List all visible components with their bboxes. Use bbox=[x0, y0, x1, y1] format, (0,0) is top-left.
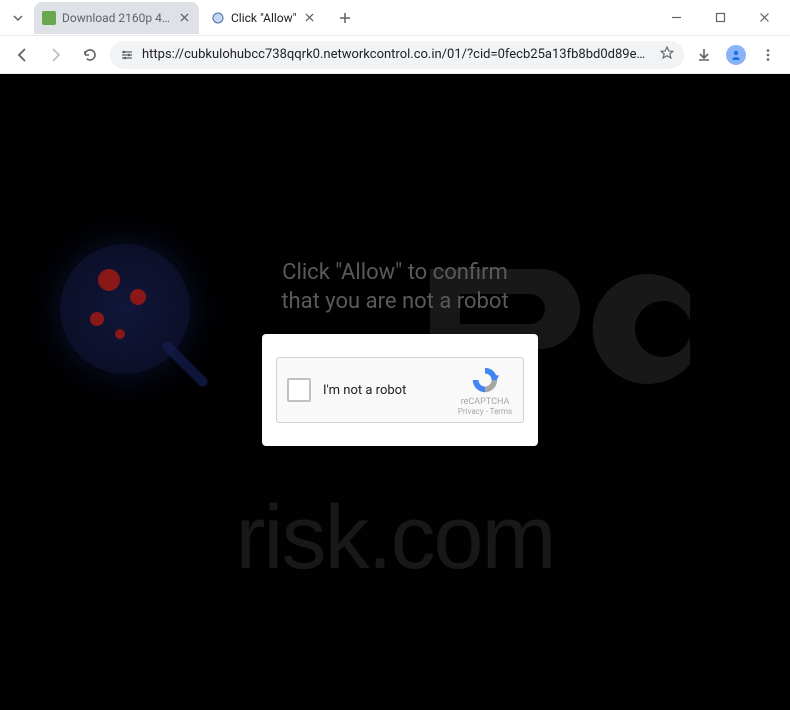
captcha-widget: I'm not a robot reCAPTCHA Privacy - Term… bbox=[276, 357, 524, 423]
new-tab-button[interactable] bbox=[333, 6, 357, 30]
kebab-icon bbox=[761, 48, 775, 62]
virus-dot bbox=[98, 269, 120, 291]
captcha-card: I'm not a robot reCAPTCHA Privacy - Term… bbox=[262, 334, 538, 446]
magnifier-handle bbox=[160, 339, 209, 388]
tab-title: Click "Allow" bbox=[231, 11, 297, 25]
reload-button[interactable] bbox=[76, 41, 104, 69]
minimize-button[interactable] bbox=[662, 4, 690, 32]
reload-icon bbox=[82, 47, 98, 63]
virus-dot bbox=[130, 289, 146, 305]
recaptcha-icon bbox=[470, 365, 500, 395]
tab-close-button[interactable] bbox=[303, 11, 317, 25]
favicon-click-allow bbox=[211, 11, 225, 25]
captcha-label: I'm not a robot bbox=[323, 383, 457, 398]
arrow-right-icon bbox=[48, 47, 64, 63]
person-icon bbox=[730, 49, 742, 61]
downloads-button[interactable] bbox=[690, 41, 718, 69]
page-content: Click "Allow" to confirm that you are no… bbox=[0, 74, 790, 710]
star-icon bbox=[660, 46, 674, 60]
window-controls bbox=[662, 4, 782, 32]
arrow-left-icon bbox=[14, 47, 30, 63]
tab-title: Download 2160p 4K YIFY Movi... bbox=[62, 11, 171, 25]
download-icon bbox=[696, 47, 712, 63]
maximize-icon bbox=[715, 12, 726, 23]
close-icon bbox=[180, 13, 189, 22]
tab-search-dropdown[interactable] bbox=[8, 8, 28, 28]
virus-dot bbox=[90, 312, 104, 326]
close-icon bbox=[759, 12, 770, 23]
address-bar[interactable]: https://cubkulohubcc738qqrk0.networkcont… bbox=[110, 41, 684, 69]
site-settings-icon[interactable] bbox=[120, 48, 134, 62]
chevron-down-icon bbox=[12, 12, 24, 24]
url-text: https://cubkulohubcc738qqrk0.networkcont… bbox=[142, 47, 652, 62]
toolbar: https://cubkulohubcc738qqrk0.networkcont… bbox=[0, 36, 790, 74]
tab-yify[interactable]: Download 2160p 4K YIFY Movi... bbox=[34, 2, 199, 34]
captcha-badge: reCAPTCHA Privacy - Terms bbox=[457, 365, 513, 416]
virus-dot bbox=[115, 329, 125, 339]
captcha-brand: reCAPTCHA bbox=[461, 397, 510, 407]
back-button[interactable] bbox=[8, 41, 36, 69]
profile-avatar bbox=[726, 45, 746, 65]
close-icon bbox=[305, 13, 314, 22]
captcha-links: Privacy - Terms bbox=[458, 407, 512, 416]
close-window-button[interactable] bbox=[750, 4, 778, 32]
plus-icon bbox=[339, 12, 351, 24]
tab-close-button[interactable] bbox=[177, 11, 191, 25]
titlebar: Download 2160p 4K YIFY Movi... Click "Al… bbox=[0, 0, 790, 36]
watermark-text: risk.com bbox=[0, 487, 790, 590]
favicon-yify bbox=[42, 11, 56, 25]
browser-window: Download 2160p 4K YIFY Movi... Click "Al… bbox=[0, 0, 790, 710]
profile-button[interactable] bbox=[722, 41, 750, 69]
forward-button[interactable] bbox=[42, 41, 70, 69]
maximize-button[interactable] bbox=[706, 4, 734, 32]
bookmark-button[interactable] bbox=[660, 46, 674, 64]
minimize-icon bbox=[671, 12, 682, 23]
menu-button[interactable] bbox=[754, 41, 782, 69]
tab-click-allow[interactable]: Click "Allow" bbox=[203, 2, 325, 34]
captcha-checkbox[interactable] bbox=[287, 378, 311, 402]
